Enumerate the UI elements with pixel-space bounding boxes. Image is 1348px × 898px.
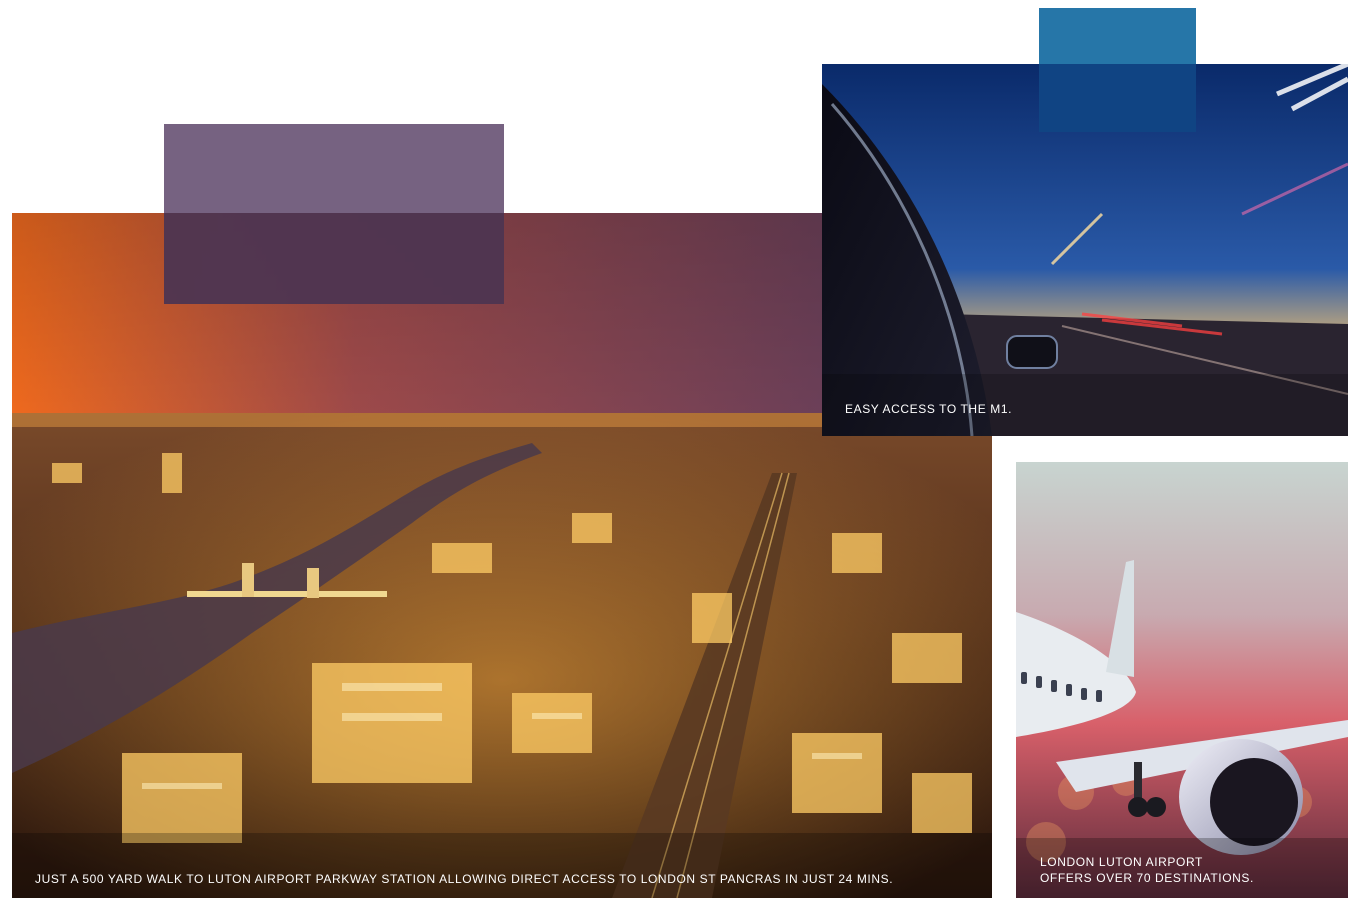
road-caption: EASY ACCESS TO THE M1. [845, 402, 1013, 416]
luton-airport-photo: LONDON LUTON AIRPORT OFFERS OVER 70 DEST… [1016, 462, 1348, 898]
airplane-illustration [1016, 462, 1348, 898]
airport-caption-line2: OFFERS OVER 70 DESTINATIONS. [1040, 871, 1254, 885]
purple-accent-block-shade [164, 213, 504, 304]
city-caption: JUST A 500 YARD WALK TO LUTON AIRPORT PA… [35, 872, 894, 886]
airport-caption-line1: LONDON LUTON AIRPORT [1040, 855, 1203, 869]
blue-accent-block-shade [1039, 64, 1196, 132]
